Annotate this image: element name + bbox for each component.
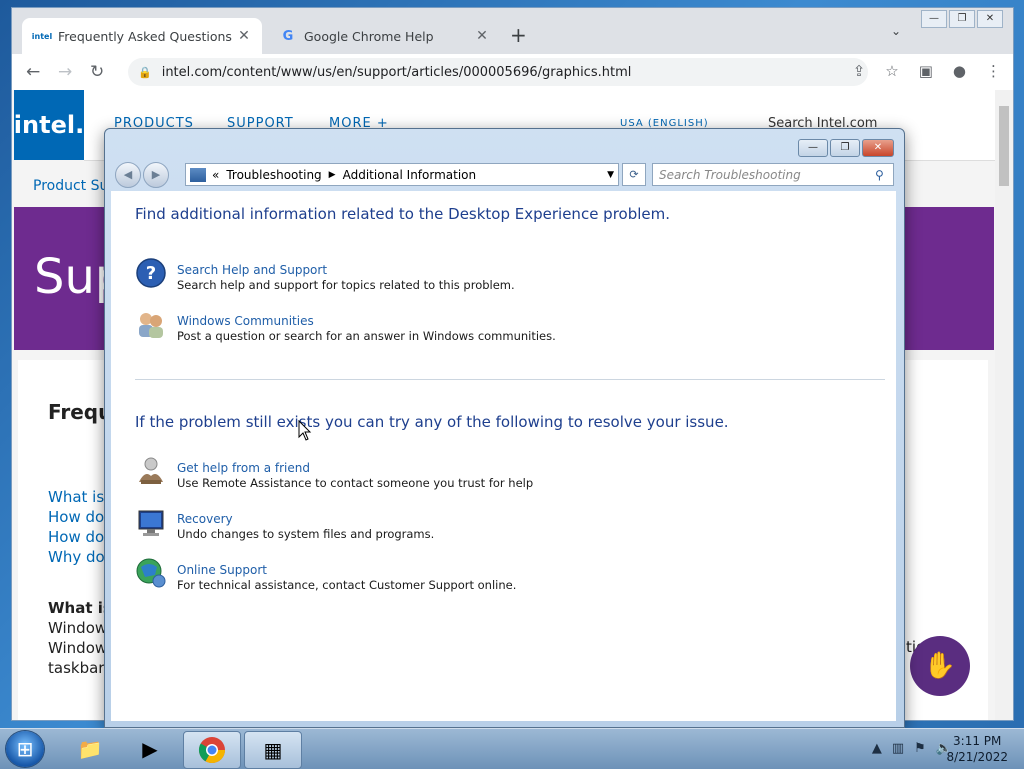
task-description: For technical assistance, contact Custom…: [177, 578, 517, 592]
faq-link[interactable]: Why do: [48, 548, 105, 566]
network-icon[interactable]: ▥: [892, 741, 904, 756]
maximize-icon[interactable]: ❐: [830, 139, 860, 157]
faq-heading: Frequ: [48, 400, 113, 424]
breadcrumb-troubleshooting[interactable]: Troubleshooting: [226, 168, 321, 182]
refresh-icon[interactable]: ⟳: [622, 163, 646, 186]
url-text: intel.com/content/www/us/en/support/arti…: [161, 64, 632, 80]
remote-assistance-icon: [139, 457, 163, 484]
communities-icon: [139, 313, 163, 338]
taskbar: ⊞ 📁 ▶ ▦ ▲ ▥ ⚑ 🔈 3:11 PM 8/21/2022: [0, 728, 1024, 769]
troubleshooting-window: — ❐ ✕ ◀ ▶ « Troubleshooting ▶ Additional…: [104, 128, 905, 728]
faq-link[interactable]: How do: [48, 508, 104, 526]
show-hidden-icons-icon[interactable]: ▲: [872, 741, 882, 756]
close-tab-icon[interactable]: ✕: [234, 28, 254, 44]
action-center-flag-icon[interactable]: ⚑: [914, 741, 926, 756]
minimize-icon[interactable]: —: [921, 10, 947, 28]
intel-favicon-icon: intel: [31, 31, 53, 41]
mouse-cursor-icon: [298, 420, 312, 441]
maximize-icon[interactable]: ❐: [949, 10, 975, 28]
minimize-icon[interactable]: —: [798, 139, 828, 157]
tab-strip: intel Frequently Asked Questions for W ✕…: [12, 8, 1013, 54]
tab-chrome-help[interactable]: G Google Chrome Help ✕: [268, 18, 500, 54]
chrome-taskbar-icon[interactable]: [183, 731, 241, 769]
search-help-link[interactable]: Search Help and Support: [177, 263, 327, 277]
heading-additional-info: Find additional information related to t…: [135, 205, 671, 223]
accessibility-assist-icon[interactable]: ✋: [910, 636, 970, 696]
help-icon: ?: [136, 258, 166, 288]
faq-link[interactable]: What is: [48, 488, 104, 506]
google-favicon-icon: G: [282, 28, 294, 44]
heading-try-following: If the problem still exists you can try …: [135, 413, 729, 431]
new-tab-icon[interactable]: +: [510, 23, 527, 47]
recovery-icon: [138, 510, 164, 536]
back-arrow-icon[interactable]: ◀: [115, 162, 141, 188]
window-controls: — ❐ ✕: [921, 10, 1003, 28]
body-text: Window: [48, 639, 108, 657]
breadcrumb-additional-info[interactable]: Additional Information: [343, 168, 477, 182]
breadcrumb-overflow-icon[interactable]: «: [212, 168, 219, 182]
breadcrumb[interactable]: Product Su: [33, 178, 108, 194]
faq-link[interactable]: How do: [48, 528, 104, 546]
toolbar: ← → ↻ 🔒 intel.com/content/www/us/en/supp…: [12, 54, 1013, 91]
task-description: Search help and support for topics relat…: [177, 278, 515, 292]
chrome-logo-icon: [198, 737, 226, 764]
menu-kebab-icon[interactable]: ⋮: [986, 62, 1001, 80]
bookmark-star-icon[interactable]: ☆: [885, 62, 898, 80]
dialog-window-controls: — ❐ ✕: [798, 139, 894, 157]
close-icon[interactable]: ✕: [977, 10, 1003, 28]
online-support-link[interactable]: Online Support: [177, 563, 267, 577]
control-panel-icon: [190, 167, 206, 182]
explorer-taskbar-icon[interactable]: 📁: [62, 731, 118, 767]
clock[interactable]: 3:11 PM 8/21/2022: [946, 733, 1008, 765]
svg-text:?: ?: [146, 263, 156, 284]
start-button[interactable]: ⊞: [6, 731, 44, 767]
tab-title: Google Chrome Help: [304, 28, 434, 44]
toolbar-icons: ⇪ ☆ ▣ ● ⋮: [853, 62, 1001, 80]
address-bar[interactable]: 🔒 intel.com/content/www/us/en/support/ar…: [128, 58, 868, 86]
reload-icon[interactable]: ↻: [90, 62, 104, 82]
windows-logo-icon: ⊞: [16, 737, 34, 761]
online-support-icon: [136, 558, 166, 588]
dialog-address-bar[interactable]: « Troubleshooting ▶ Additional Informati…: [185, 163, 619, 186]
task-description: Use Remote Assistance to contact someone…: [177, 476, 534, 490]
page-scrollbar[interactable]: [995, 90, 1013, 720]
search-placeholder: Search Troubleshooting: [659, 167, 801, 182]
task-description: Post a question or search for an answer …: [177, 329, 556, 343]
dialog-body: Find additional information related to t…: [111, 191, 896, 721]
clock-time: 3:11 PM: [953, 734, 1002, 748]
task-description: Undo changes to system files and program…: [177, 527, 435, 541]
recovery-link[interactable]: Recovery: [177, 512, 233, 526]
system-tray: ▲ ▥ ⚑ 🔈: [872, 741, 952, 756]
side-panel-icon[interactable]: ▣: [919, 62, 933, 80]
search-icon[interactable]: ⚲: [875, 168, 893, 182]
media-player-taskbar-icon[interactable]: ▶: [122, 731, 178, 767]
close-tab-icon[interactable]: ✕: [472, 28, 492, 44]
close-icon[interactable]: ✕: [862, 139, 894, 157]
control-panel-taskbar-icon[interactable]: ▦: [244, 731, 302, 769]
tab-search-chevron-icon[interactable]: ⌄: [891, 24, 901, 38]
forward-icon[interactable]: →: [58, 62, 72, 82]
share-icon[interactable]: ⇪: [853, 62, 866, 80]
clock-date: 8/21/2022: [946, 750, 1008, 764]
body-text: taskbar: [48, 659, 105, 677]
tab-intel-faq[interactable]: intel Frequently Asked Questions for W ✕: [22, 18, 262, 54]
breadcrumb-separator-icon[interactable]: ▶: [329, 170, 336, 180]
divider: [135, 379, 885, 380]
forward-arrow-icon[interactable]: ▶: [143, 162, 169, 188]
section-title: What is: [48, 599, 112, 617]
lock-icon: 🔒: [138, 65, 152, 79]
scrollbar-thumb[interactable]: [999, 106, 1009, 186]
intel-logo[interactable]: intel.: [14, 90, 84, 160]
get-help-friend-link[interactable]: Get help from a friend: [177, 461, 310, 475]
profile-icon[interactable]: ●: [953, 62, 966, 80]
dialog-search-input[interactable]: Search Troubleshooting ⚲: [652, 163, 894, 186]
back-icon[interactable]: ←: [26, 62, 40, 82]
body-text: Window: [48, 619, 108, 637]
tab-title: Frequently Asked Questions for W: [58, 28, 234, 44]
address-dropdown-icon[interactable]: ▼: [607, 170, 614, 180]
nav-buttons: ◀ ▶: [115, 162, 169, 188]
windows-communities-link[interactable]: Windows Communities: [177, 314, 314, 328]
